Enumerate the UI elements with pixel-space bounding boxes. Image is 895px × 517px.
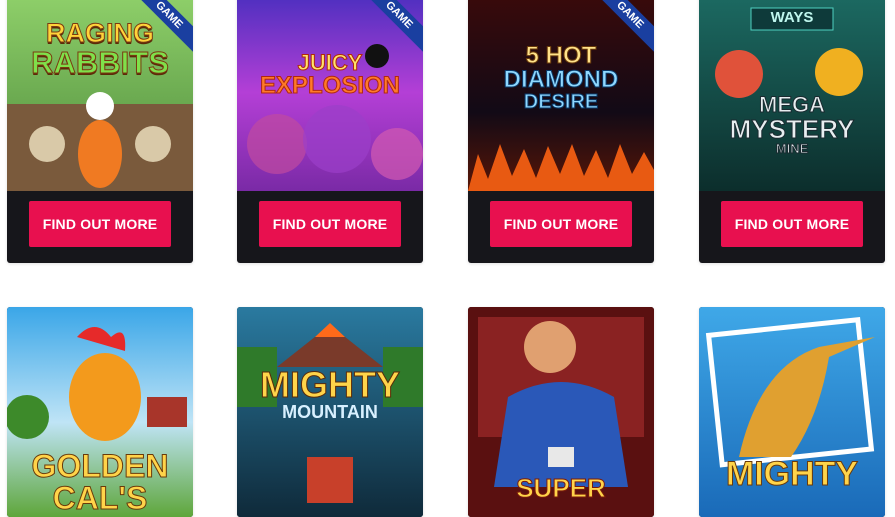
game-logo: MEGA MYSTERY MINE: [699, 92, 885, 156]
logo-line: MYSTERY: [729, 114, 855, 144]
game-logo: MIGHTY: [699, 455, 885, 493]
ribbon-label: GAME: [590, 0, 654, 57]
find-out-more-button[interactable]: FIND OUT MORE: [721, 201, 863, 247]
game-card-golden-cals[interactable]: GOLDEN CAL'S: [7, 307, 193, 517]
logo-line: MIGHTY: [725, 455, 859, 493]
logo-line: MINE: [775, 141, 809, 156]
logo-line: DIAMOND: [503, 66, 619, 93]
game-card-juicy-explosion[interactable]: JUICY EXPLOSION GAME FIND OUT MORE: [237, 0, 423, 263]
game-logo-ways: WAYS: [699, 10, 885, 25]
find-out-more-button[interactable]: FIND OUT MORE: [29, 201, 171, 247]
game-card-mega-mystery-mine[interactable]: WAYS MEGA MYSTERY MINE FIND OUT MORE: [699, 0, 885, 263]
logo-line: MEGA: [759, 92, 826, 117]
game-thumbnail-golden-cals[interactable]: GOLDEN CAL'S: [7, 307, 193, 517]
logo-line: GOLDEN: [31, 448, 169, 484]
game-thumbnail-mighty-mountain[interactable]: MIGHTY MOUNTAIN: [237, 307, 423, 517]
game-thumbnail-juicy-explosion[interactable]: JUICY EXPLOSION GAME: [237, 0, 423, 191]
game-ribbon: GAME: [590, 0, 654, 58]
game-logo: GOLDEN CAL'S: [7, 448, 193, 516]
game-thumbnail-raging-rabbits[interactable]: RAGING RABBITS GAME: [7, 0, 193, 191]
game-ribbon: GAME: [359, 0, 423, 58]
find-out-more-button[interactable]: FIND OUT MORE: [259, 201, 401, 247]
game-thumbnail-mighty[interactable]: MIGHTY: [699, 307, 885, 517]
game-logo: JUICY EXPLOSION: [237, 51, 423, 99]
game-thumbnail-mega-mystery-mine[interactable]: WAYS MEGA MYSTERY MINE: [699, 0, 885, 191]
logo-line: CAL'S: [52, 480, 148, 516]
game-card-mighty[interactable]: MIGHTY: [699, 307, 885, 517]
logo-line: WAYS: [770, 9, 814, 26]
game-card-5-hot-diamond-desire[interactable]: 5 HOT DIAMOND DESIRE GAME FIND OUT MORE: [468, 0, 654, 263]
logo-line: MOUNTAIN: [282, 402, 378, 422]
find-out-more-button[interactable]: FIND OUT MORE: [490, 201, 632, 247]
game-logo: MIGHTY MOUNTAIN: [237, 364, 423, 422]
logo-line: MIGHTY: [260, 364, 401, 405]
game-card-super[interactable]: SUPER: [468, 307, 654, 517]
game-card-mighty-mountain[interactable]: MIGHTY MOUNTAIN: [237, 307, 423, 517]
game-ribbon: GAME: [129, 0, 193, 58]
logo-line: SUPER: [516, 473, 607, 503]
ribbon-label: GAME: [129, 0, 193, 57]
game-thumbnail-super[interactable]: SUPER: [468, 307, 654, 517]
game-logo: SUPER: [468, 473, 654, 503]
logo-line: EXPLOSION: [259, 72, 401, 99]
logo-line: DESIRE: [523, 91, 599, 113]
game-thumbnail-5-hot-diamond-desire[interactable]: 5 HOT DIAMOND DESIRE GAME: [468, 0, 654, 191]
ribbon-label: GAME: [359, 0, 423, 57]
game-card-raging-rabbits[interactable]: RAGING RABBITS GAME FIND OUT MORE: [7, 0, 193, 263]
